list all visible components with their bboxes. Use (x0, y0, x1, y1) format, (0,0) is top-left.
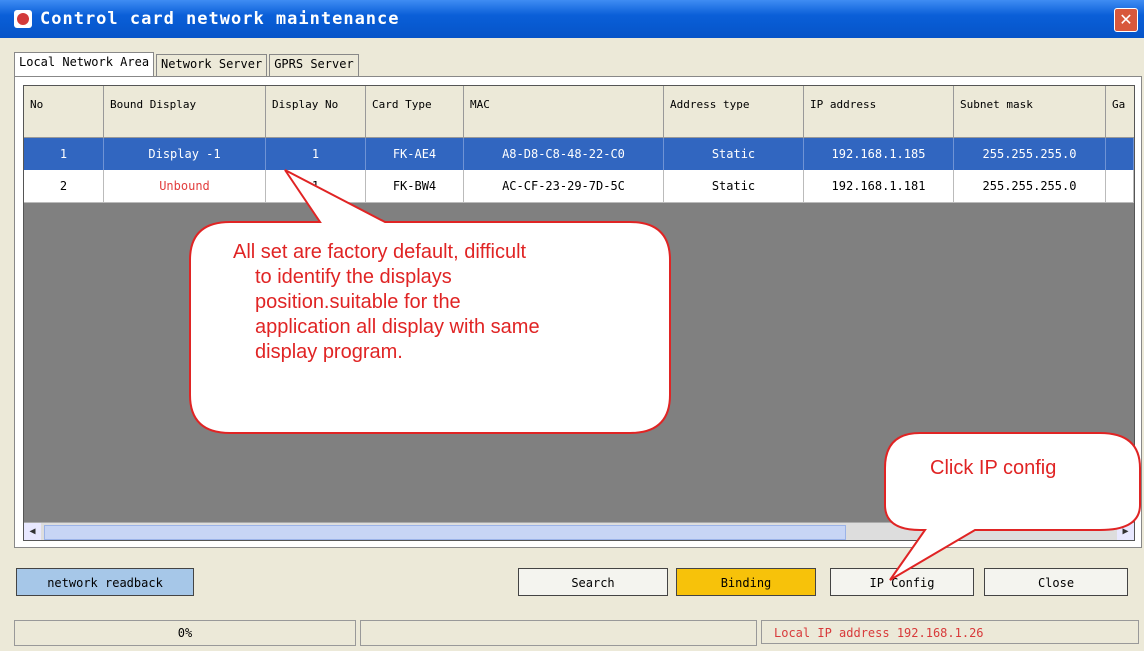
table-header: No Bound Display Display No Card Type MA… (24, 86, 1134, 138)
scroll-right-icon[interactable]: ▶ (1117, 523, 1134, 540)
tab-network-server[interactable]: Network Server (156, 54, 268, 76)
tab-gprs-server[interactable]: GPRS Server (269, 54, 359, 76)
callout-main-text: All set are factory default, difficult t… (233, 240, 540, 365)
ip-config-button[interactable]: IP Config (830, 568, 974, 596)
cell-display-no: 1 (266, 170, 366, 202)
horizontal-scrollbar[interactable]: ◀ ▶ (24, 522, 1134, 540)
cell-ip-address: 192.168.1.181 (804, 170, 954, 202)
callout-line: All set are factory default, difficult (233, 241, 527, 263)
tab-local-network-area[interactable]: Local Network Area (14, 52, 155, 79)
header-display-no[interactable]: Display No (266, 86, 366, 138)
window-title: Control card network maintenance (40, 9, 400, 29)
cell-ip-address: 192.168.1.185 (804, 138, 954, 170)
search-button[interactable]: Search (518, 568, 668, 596)
header-gateway[interactable]: Ga (1106, 86, 1134, 138)
close-icon[interactable]: ✕ (1114, 8, 1138, 32)
callout-ip-text: Click IP config (930, 457, 1057, 479)
title-bar[interactable]: Control card network maintenance ✕ (0, 0, 1144, 38)
header-mac[interactable]: MAC (464, 86, 664, 138)
cell-address-type: Static (664, 170, 804, 202)
cell-display-no: 1 (266, 138, 366, 170)
header-bound-display[interactable]: Bound Display (104, 86, 266, 138)
close-button[interactable]: Close (984, 568, 1128, 596)
cell-bound-display: Unbound (104, 170, 266, 202)
cell-card-type: FK-AE4 (366, 138, 464, 170)
dialog-window: Control card network maintenance ✕ Local… (0, 0, 1144, 651)
cell-mac: A8-D8-C8-48-22-C0 (464, 138, 664, 170)
cell-mac: AC-CF-23-29-7D-5C (464, 170, 664, 202)
cell-gateway (1106, 170, 1134, 202)
cell-address-type: Static (664, 138, 804, 170)
cell-no: 1 (24, 138, 104, 170)
header-card-type[interactable]: Card Type (366, 86, 464, 138)
table-row[interactable]: 2 Unbound 1 FK-BW4 AC-CF-23-29-7D-5C Sta… (24, 170, 1134, 203)
status-bar: 0% Local IP address 192.168.1.26 (14, 620, 1140, 646)
app-icon (14, 10, 32, 28)
header-subnet-mask[interactable]: Subnet mask (954, 86, 1106, 138)
status-empty (360, 620, 757, 646)
cell-card-type: FK-BW4 (366, 170, 464, 202)
header-address-type[interactable]: Address type (664, 86, 804, 138)
callout-line: display program. (255, 341, 403, 363)
callout-line: application all display with same (255, 316, 540, 338)
callout-line: to identify the displays (255, 266, 452, 288)
cell-no: 2 (24, 170, 104, 202)
header-no[interactable]: No (24, 86, 104, 138)
local-ip-address: Local IP address 192.168.1.26 (761, 620, 1139, 644)
binding-button[interactable]: Binding (676, 568, 816, 596)
network-readback-button[interactable]: network readback (16, 568, 194, 596)
scroll-left-icon[interactable]: ◀ (24, 523, 41, 540)
callout-line: position.suitable for the (255, 291, 461, 313)
scroll-thumb[interactable] (44, 525, 846, 540)
progress-text: 0% (14, 620, 356, 646)
tab-bar: Local Network Area Network Server GPRS S… (14, 52, 361, 79)
cell-subnet-mask: 255.255.255.0 (954, 138, 1106, 170)
cell-bound-display: Display -1 (104, 138, 266, 170)
cell-subnet-mask: 255.255.255.0 (954, 170, 1106, 202)
header-ip-address[interactable]: IP address (804, 86, 954, 138)
table-row[interactable]: 1 Display -1 1 FK-AE4 A8-D8-C8-48-22-C0 … (24, 138, 1134, 170)
cell-gateway (1106, 138, 1134, 170)
